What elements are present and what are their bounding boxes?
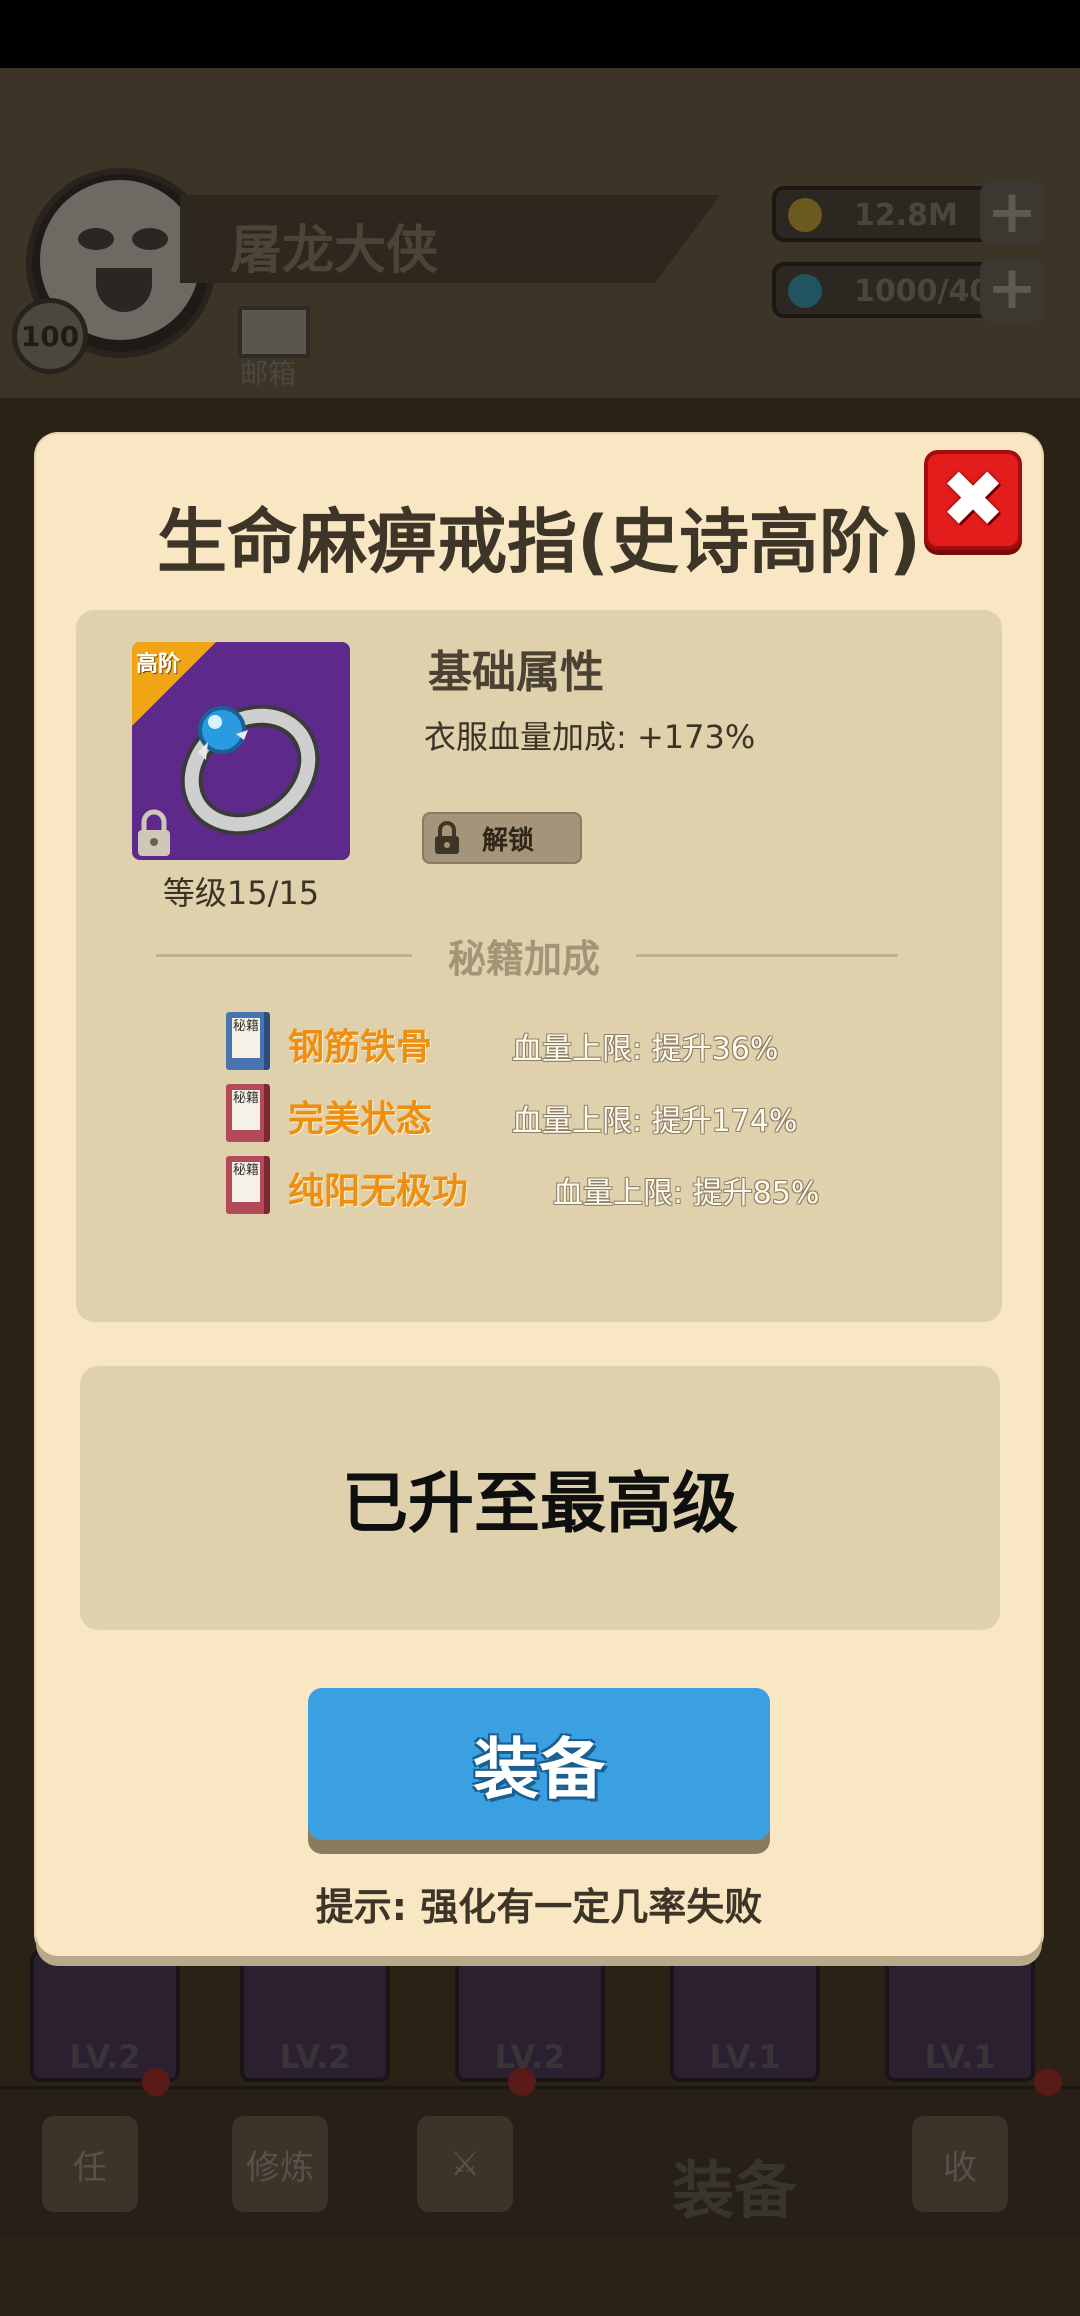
equipment-slot[interactable]: LV.2 [240,1950,390,2082]
close-icon: ✖ [940,455,1006,545]
secret-name: 完美状态 [288,1099,433,1140]
divider [636,954,898,957]
notification-dot [142,2068,170,2096]
gold-value: 12.8M [854,198,958,233]
mail-icon[interactable] [238,306,310,358]
secret-effect: 血量上限: 提升36% [512,1032,779,1067]
item-title: 生命麻痹戒指(史诗高阶) [157,501,921,583]
secret-book-icon: 秘籍 [226,1156,270,1214]
add-gem-button[interactable]: + [980,258,1044,322]
equipment-slot[interactable]: LV.1 [670,1950,820,2082]
secret-book-icon: 秘籍 [226,1012,270,1070]
bottom-nav: 任 修炼 ⚔ 收 [0,2086,1080,2236]
book-icon: 修炼 [232,2116,328,2212]
book-label: 秘籍 [232,1018,260,1058]
hint-text: 提示: 强化有一定几率失败 [315,1885,763,1929]
gem-counter: 1000/40 + [772,258,1044,322]
mail-label: 邮箱 [240,357,297,390]
status-bar [0,0,1080,68]
item-info-panel: 高阶 等级15/15 基础属性 衣服血量加成: +173% 解锁 秘籍加成 秘籍… [76,610,1002,1322]
lock-icon [138,809,170,856]
ring-item-icon: 高阶 [132,642,350,860]
slot-level: LV.1 [924,2038,996,2076]
max-level-panel: 已升至最高级 [80,1366,1000,1630]
equip-button[interactable]: 装备 [308,1688,770,1840]
item-detail-dialog: 生命麻痹戒指(史诗高阶) ✖ 高阶 等级15/15 基础属性 衣服血量加成: + [36,434,1042,1956]
player-name: 屠龙大侠 [230,221,439,281]
nav-battle[interactable]: ⚔ [375,2097,555,2231]
equipment-slot[interactable]: LV.2 [455,1950,605,2082]
equipment-slot[interactable]: LV.2 [30,1950,180,2082]
player-level-badge: 100 [12,298,88,374]
secret-name: 纯阳无极功 [288,1171,469,1212]
secret-effect: 血量上限: 提升174% [512,1104,798,1139]
lock-icon [435,821,459,854]
nav-train[interactable]: 修炼 [190,2097,370,2231]
book-label: 秘籍 [232,1162,260,1202]
divider [156,954,412,957]
scroll-icon: 任 [42,2116,138,2212]
secret-bonus-title: 秘籍加成 [447,937,600,981]
nav-equip[interactable]: 装备 [672,2140,796,2230]
slot-level: LV.1 [709,2038,781,2076]
avatar-eye-icon [78,228,114,250]
avatar-eye-icon [132,228,168,250]
secret-book-icon: 秘籍 [226,1084,270,1142]
base-attribute-title: 基础属性 [428,647,604,698]
unlock-button[interactable]: 解锁 [422,812,582,864]
chest-icon: 收 [912,2116,1008,2212]
nav-tasks[interactable]: 任 [0,2097,180,2231]
max-level-text: 已升至最高级 [342,1465,738,1542]
equipment-slot[interactable]: LV.1 [885,1950,1035,2082]
nav-collect[interactable]: 收 [870,2097,1050,2231]
secret-bonus-row: 秘籍 完美状态 血量上限: 提升174% [226,1084,926,1144]
book-label: 秘籍 [232,1090,260,1130]
base-attribute-value: 衣服血量加成: +173% [424,718,756,756]
secret-bonus-row: 秘籍 钢筋铁骨 血量上限: 提升36% [226,1012,926,1072]
secret-effect: 血量上限: 提升85% [553,1176,820,1211]
secret-name: 钢筋铁骨 [288,1027,433,1068]
item-level: 等级15/15 [162,874,320,912]
secret-bonus-row: 秘籍 纯阳无极功 血量上限: 提升85% [226,1156,926,1216]
unlock-label: 解锁 [482,825,535,856]
gold-counter: 12.8M + [772,182,1044,246]
ring-icon [180,704,320,836]
notification-dot [508,2068,536,2096]
slot-level: LV.2 [279,2038,351,2076]
gold-coin-icon [788,198,822,232]
equip-button-label: 装备 [473,1731,605,1808]
notification-dot [1034,2068,1062,2096]
gem-value: 1000/40 [854,274,991,309]
gem-icon [788,274,822,308]
add-gold-button[interactable]: + [980,182,1044,246]
close-button[interactable]: ✖ [924,450,1022,550]
crossed-swords-icon: ⚔ [417,2116,513,2212]
